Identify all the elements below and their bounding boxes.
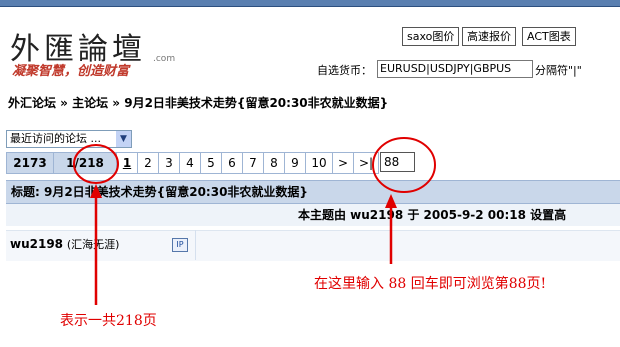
annotation-total-note: 表示一共218页 — [60, 313, 157, 329]
right-arrow-head — [385, 194, 397, 208]
annotation-input-note: 在这里输入 88 回车即可浏览第88页! — [314, 276, 547, 292]
page-info-circle — [73, 144, 119, 184]
left-arrow-head — [90, 184, 102, 198]
input-circle — [372, 137, 436, 193]
annotation-overlay — [73, 137, 436, 305]
